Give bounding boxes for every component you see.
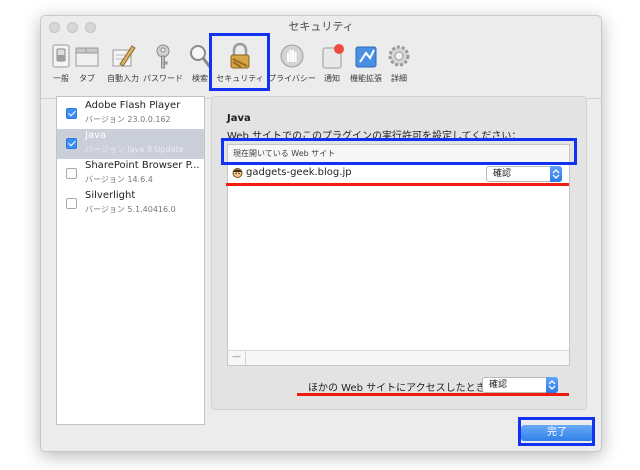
plugin-item-flash[interactable]: Adobe Flash Player バージョン 23.0.0.162: [57, 99, 204, 129]
gear-icon: [388, 45, 410, 67]
popup-arrow-icon: [546, 377, 558, 393]
key-icon: [156, 44, 170, 69]
plugin-checkbox-sharepoint[interactable]: [66, 168, 77, 179]
tab-advanced-label: 詳細: [391, 74, 407, 83]
site-favicon-icon: [232, 168, 243, 178]
panel-title: Java: [227, 113, 251, 124]
website-list-highlight: [221, 138, 577, 165]
plugin-checkbox-flash[interactable]: [66, 108, 77, 119]
website-row-underline: [226, 183, 569, 186]
website-list: 現在開いている Web サイト gadgets-geek.blog.jp 確認: [227, 144, 570, 366]
plugin-checkbox-silverlight[interactable]: [66, 198, 77, 209]
plugin-name: Silverlight: [85, 190, 136, 201]
remove-website-button[interactable]: —: [228, 351, 246, 365]
website-setting-popup[interactable]: 確認: [486, 166, 562, 182]
tab-advanced[interactable]: 詳細: [373, 42, 425, 84]
security-tab-highlight: [209, 33, 270, 91]
plugin-item-java[interactable]: Java バージョン Java 8 Update: [57, 129, 204, 159]
done-button-highlight: [518, 417, 595, 446]
other-sites-label: ほかの Web サイトにアクセスしたとき：: [308, 383, 496, 394]
plugin-checkbox-java[interactable]: [66, 138, 77, 149]
plugin-item-silverlight[interactable]: Silverlight バージョン 5.1.40416.0: [57, 189, 204, 219]
plugin-item-sharepoint[interactable]: SharePoint Browser P... バージョン 14.6.4: [57, 159, 204, 189]
hand-icon: [280, 44, 304, 68]
plugin-list: Adobe Flash Player バージョン 23.0.0.162 Java…: [56, 96, 205, 425]
other-sites-setting-value: 確認: [489, 380, 508, 390]
plugin-version: バージョン 14.6.4: [85, 175, 153, 184]
website-row[interactable]: gadgets-geek.blog.jp 確認: [228, 164, 569, 184]
other-sites-underline: [297, 393, 569, 396]
other-sites-setting-popup[interactable]: 確認: [482, 377, 558, 393]
pencil-icon: [112, 45, 136, 67]
plugin-name: Java: [85, 130, 107, 141]
popup-arrow-icon: [550, 166, 562, 182]
plugin-name: Adobe Flash Player: [85, 100, 181, 111]
preferences-window: セキュリティ 一般 タブ 自動入力 パスワード 検索 セキュリティ プライバシー…: [40, 15, 602, 452]
plugin-version: バージョン 5.1.40416.0: [85, 205, 176, 214]
plugin-name: SharePoint Browser P...: [85, 160, 200, 171]
preferences-toolbar: 一般 タブ 自動入力 パスワード 検索 セキュリティ プライバシー 通知 機能拡…: [41, 38, 601, 98]
window-title: セキュリティ: [288, 20, 354, 33]
website-list-footer: —: [228, 350, 569, 365]
website-setting-value: 確認: [493, 169, 512, 179]
plugin-version: バージョン Java 8 Update: [85, 145, 184, 154]
plugin-version: バージョン 23.0.0.162: [85, 115, 171, 124]
website-name: gadgets-geek.blog.jp: [246, 167, 352, 178]
